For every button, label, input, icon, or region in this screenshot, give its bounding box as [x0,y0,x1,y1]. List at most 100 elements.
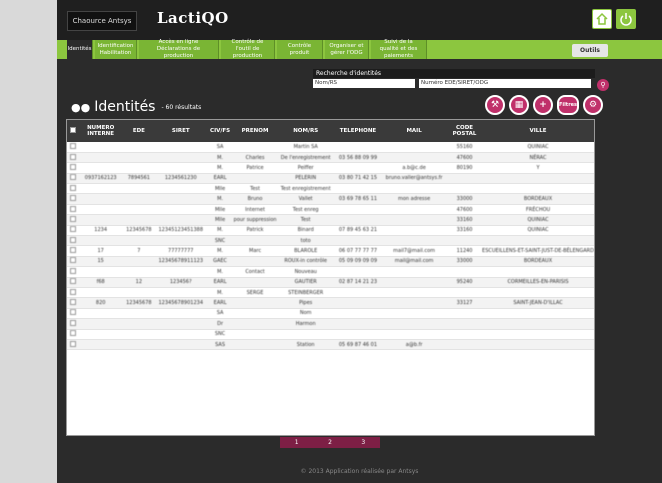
row-checkbox[interactable] [67,339,79,351]
nav-identites[interactable]: Identités [67,40,93,59]
table-cell: M. [206,245,234,257]
nav-identification[interactable]: Identification Habilitation [95,40,137,59]
col-siret[interactable]: SIRET [155,120,207,142]
table-cell: 95240 [447,277,483,288]
col-ville[interactable]: VILLE [482,120,594,142]
filters-button[interactable]: Filtres [557,95,579,115]
select-all-checkbox[interactable] [67,120,79,142]
page-3[interactable]: 3 [361,439,365,446]
table-cell [122,329,155,340]
row-checkbox[interactable] [67,193,79,205]
table-cell: 12345678 [122,297,155,309]
table-row[interactable]: M. Contact Nouveau [67,266,594,278]
table-cell: SERGE [233,287,277,299]
row-checkbox[interactable] [67,173,79,185]
table-row[interactable]: SNC [67,329,594,340]
search-number-field[interactable]: Numéro EDE/SIRET/ODG [419,79,591,88]
table-row[interactable]: Mlle pour suppression Test 33160 QUINIAC [67,214,594,226]
table-cell [334,162,382,174]
table-cell: 33000 [447,256,483,268]
row-checkbox[interactable] [67,266,79,278]
row-checkbox[interactable] [67,225,79,237]
table-row[interactable]: 0937162123 7894561 1234561230 EARL PELERIN 03… [67,173,594,185]
table-row[interactable]: SA Martin SA 55160 QUINIAC [67,142,594,153]
row-checkbox[interactable] [67,204,79,216]
document-icon[interactable]: ▦ [509,95,529,115]
outils-button[interactable]: Outils [572,44,608,57]
table-cell: PELERIN [276,173,335,185]
table-row[interactable]: 17 7 77777777 M. Marc BLAROLE 06 07 77 77 77 ma… [67,245,594,257]
row-checkbox[interactable] [67,256,79,268]
row-checkbox[interactable] [67,318,79,330]
col-prenom[interactable]: PRENOM [234,120,277,142]
row-checkbox[interactable] [67,308,79,320]
action-bar: ⚒ ▦ + Filtres ⚙ [485,95,603,115]
row-checkbox[interactable] [67,277,79,288]
col-civ[interactable]: CIV/FS [207,120,234,142]
tool-icon[interactable]: ⚒ [485,95,505,115]
table-row[interactable]: Dr Harmon [67,318,594,330]
table-cell [482,266,594,278]
row-checkbox[interactable] [67,297,79,309]
table-row[interactable]: f68 12 123456? EARL GAUTIER 02 87 14 21 23 952… [67,277,594,288]
col-code-postal[interactable]: CODE POSTAL [447,120,482,142]
power-icon[interactable] [616,9,636,29]
table-row[interactable]: SNC toto [67,235,594,247]
table-cell [233,142,277,153]
nav-suivi-qualite[interactable]: Suivi de la qualité et des paiements [371,39,427,59]
table-row[interactable]: SA Nom [67,308,594,320]
row-checkbox[interactable] [67,287,79,299]
row-checkbox[interactable] [67,235,79,247]
table-cell: SNC [206,329,234,340]
table-cell: 03 56 88 09 99 [334,152,382,164]
col-numero-interne[interactable]: NUMERO INTERNE [79,120,123,142]
table-row[interactable]: Mlle Internet Test enreg 47600 FRÉCHOU [67,204,594,216]
home-icon[interactable] [592,9,612,29]
row-checkbox[interactable] [67,152,79,164]
table-cell: Martin SA [276,142,335,153]
add-icon[interactable]: + [533,95,553,115]
table-cell [233,329,277,340]
row-checkbox[interactable] [67,162,79,174]
table-row[interactable]: M. SERGE STEINBERGER [67,287,594,299]
brand-box[interactable]: Chaource Antsys [67,11,137,31]
table-cell [381,152,448,164]
col-nom[interactable]: NOM/RS [277,120,335,142]
table-cell [78,183,123,195]
search-name-field[interactable]: Nom/RS [313,79,415,88]
table-cell [233,318,277,330]
nav-acces-en-ligne[interactable]: Accès en ligne Déclarations de productio… [139,39,219,59]
nav-controle-produit[interactable]: Contrôle produit [277,40,323,59]
col-mail[interactable]: MAIL [381,120,447,142]
row-checkbox[interactable] [67,329,79,340]
col-ede[interactable]: EDE [123,120,155,142]
table-row[interactable]: M. Patrice Peiffer a.b@c.de 80190 Y [67,162,594,174]
page-2[interactable]: 2 [328,439,332,446]
table-cell [381,329,448,340]
table-cell: mon adresse [381,193,448,205]
table-cell [381,235,448,247]
row-checkbox[interactable] [67,142,79,153]
table-cell: Test [233,183,277,195]
top-bar [57,0,662,40]
row-checkbox[interactable] [67,245,79,257]
col-telephone[interactable]: TELEPHONE [335,120,381,142]
table-row[interactable]: M. Bruno Vallet 03 69 78 65 11 mon adresse 33… [67,193,594,205]
table-row[interactable]: Mlle Test Test enregistrement [67,183,594,195]
nav-organiser-odg[interactable]: Organiser et gérer l'ODG [325,40,369,59]
table-row[interactable]: 15 12345678911123 GAEC ROUX-in contrôle 05 0… [67,256,594,268]
table-cell: STEINBERGER [276,287,335,299]
nav-controle-outil[interactable]: Contrôle de l'outil de production [221,39,275,59]
settings-icon[interactable]: ⚙ [583,95,603,115]
table-cell: Bruno [233,193,277,205]
page-1[interactable]: 1 [295,439,299,446]
search-icon[interactable]: ⚲ [597,79,609,91]
table-row[interactable]: 820 12345678 12345678901234 EARL Pipes 33127 S… [67,297,594,309]
row-checkbox[interactable] [67,183,79,195]
table-cell: 02 87 14 21 23 [334,277,382,288]
table-row[interactable]: SAS Station 05 69 87 46 01 a@b.fr [67,339,594,351]
row-checkbox[interactable] [67,214,79,226]
table-cell: pour suppression [233,214,277,226]
table-row[interactable]: M. Charles De l'enregistrement 03 56 88 09 … [67,152,594,164]
table-row[interactable]: 1234 12345678 12345123451388 M. Patrick Binar… [67,225,594,237]
